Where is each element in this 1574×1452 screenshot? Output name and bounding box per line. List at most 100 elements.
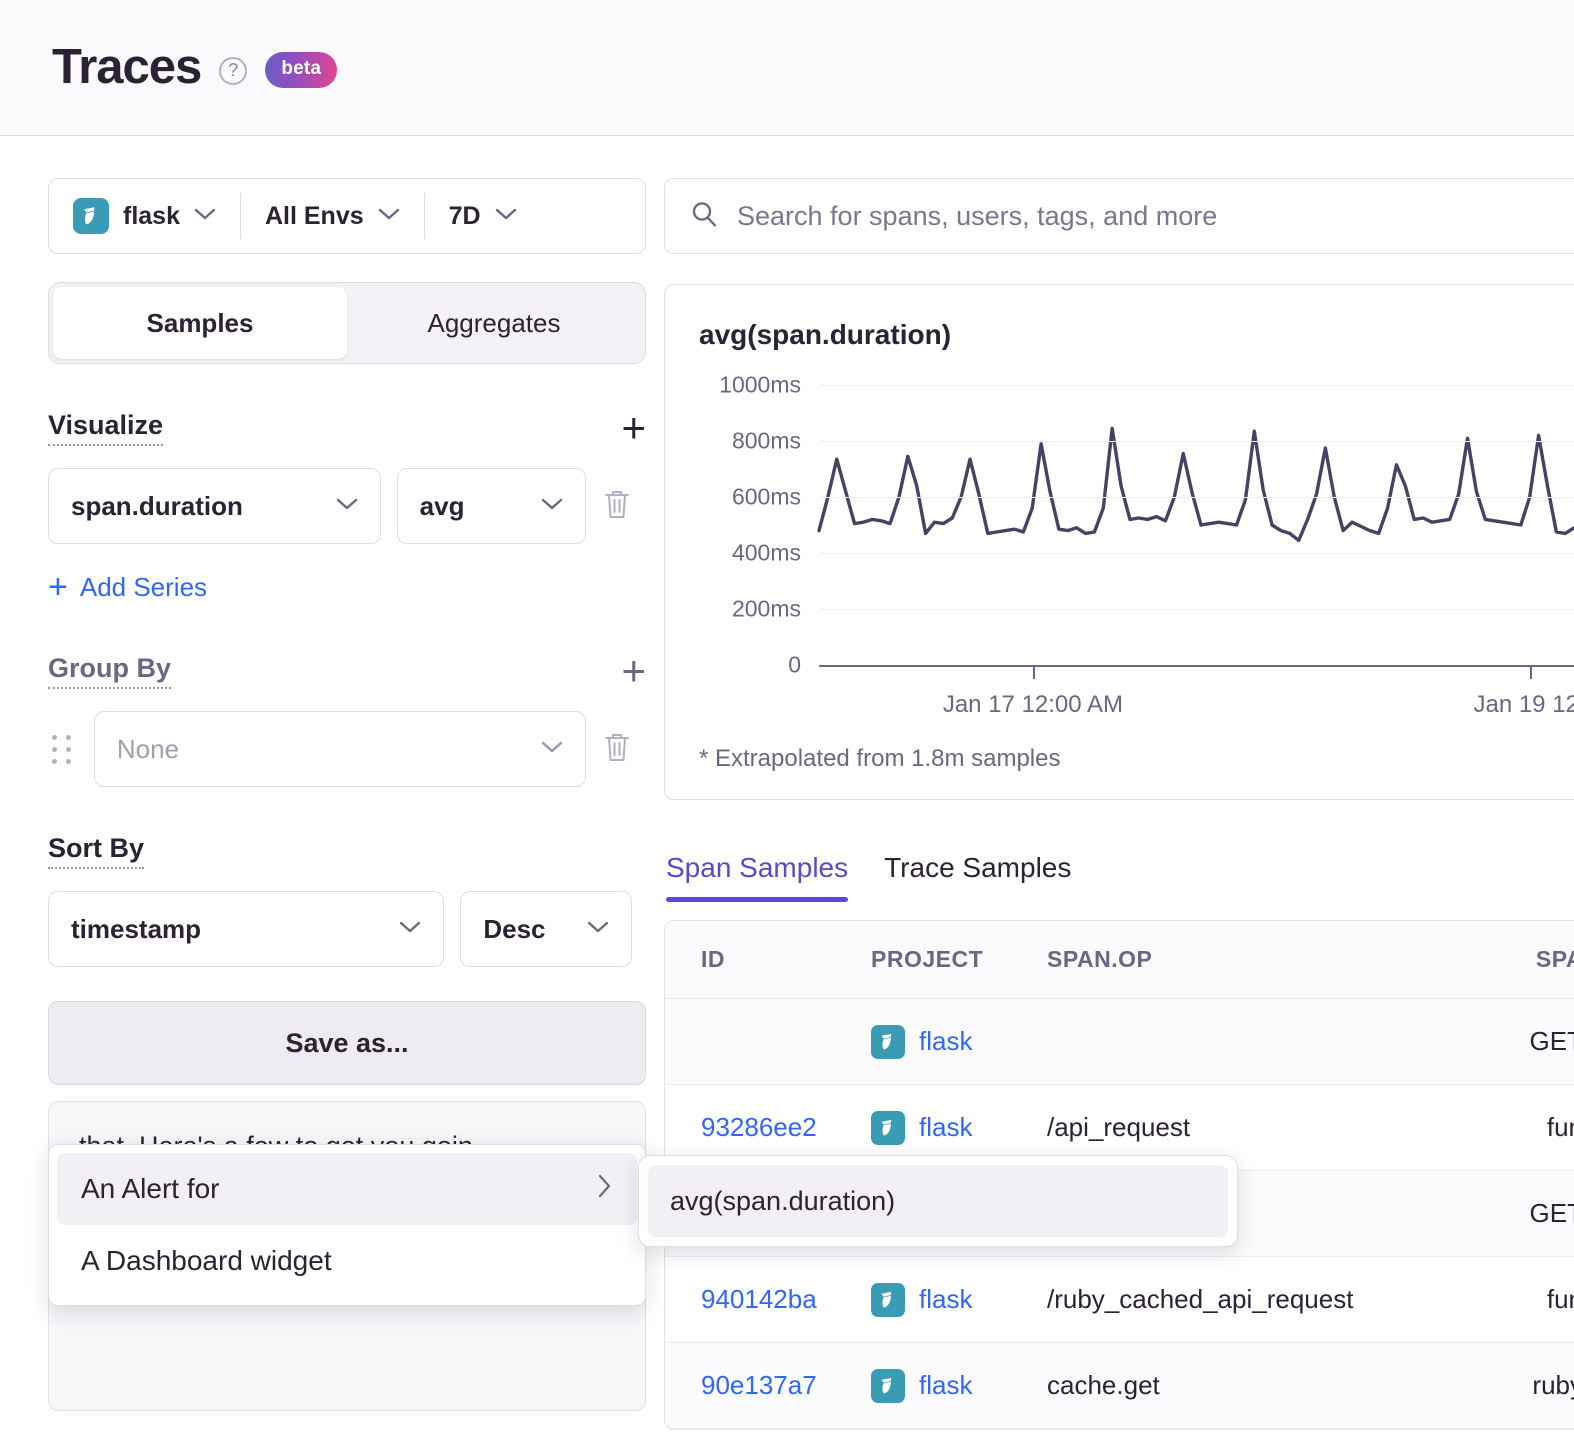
group-by-label: Group By [48,653,171,689]
cell-span-op: cache.get [1047,1370,1463,1401]
group-by-section-header: Group By + [48,653,646,689]
chart-line-series [819,385,1574,665]
chart-title: avg(span.duration) [699,319,1574,351]
gridline [819,385,1574,386]
chevron-down-icon [399,920,421,939]
chevron-down-icon [336,497,358,516]
save-as-submenu: avg(span.duration) [638,1155,1238,1247]
cell-project: flask [871,1369,1047,1403]
cell-span-description: GET [1463,1198,1574,1229]
environment-value: All Envs [265,202,364,231]
visualize-field-value: span.duration [71,491,243,522]
menu-item-a-dashboard-widget[interactable]: A Dashboard widget [57,1225,637,1297]
tab-samples[interactable]: Samples [53,287,347,359]
search-icon [689,199,719,234]
y-axis-tick-label: 200ms [732,596,819,623]
gridline [819,609,1574,610]
page-body: flask All Envs 7D Samples [0,136,1574,1430]
trash-icon[interactable] [602,487,632,526]
visualize-label: Visualize [48,410,163,446]
cell-project-name[interactable]: flask [919,1284,972,1315]
x-axis-tick-label: Jan 19 12: [1473,691,1574,719]
cell-id[interactable]: 940142ba [665,1284,871,1315]
sort-by-row: timestamp Desc [48,891,632,967]
cell-span-description: fun [1463,1112,1574,1143]
y-axis-tick-label: 0 [788,652,819,679]
x-axis-line [819,665,1574,667]
cell-span-description: fun [1463,1284,1574,1315]
flask-project-icon [73,198,109,234]
gridline [819,497,1574,498]
environment-selector[interactable]: All Envs [241,179,424,253]
add-series-button[interactable]: + Add Series [48,568,632,607]
title-row: Traces ? beta [52,43,337,92]
x-axis-tick-mark [1033,665,1035,679]
search-placeholder: Search for spans, users, tags, and more [737,201,1217,232]
cell-project: flask [871,1111,1047,1145]
sort-by-field-value: timestamp [71,914,201,945]
sort-by-field-select[interactable]: timestamp [48,891,444,967]
save-as-button[interactable]: Save as... [48,1001,646,1085]
drag-handle-icon[interactable] [48,735,78,764]
tab-span-samples[interactable]: Span Samples [666,852,848,902]
x-axis-tick-mark [1530,665,1532,679]
status-badge: beta [265,52,337,88]
search-input[interactable]: Search for spans, users, tags, and more [664,178,1574,254]
column-header-span-op[interactable]: SPAN.OP [1047,946,1463,973]
samples-tabs: Span Samples Trace Samples [664,852,1574,902]
add-series-label: Add Series [80,572,207,603]
table-row[interactable]: 940142ba flask /ruby_cached_api_request … [665,1257,1574,1343]
chevron-right-icon [597,1173,613,1206]
mode-tabs: Samples Aggregates [48,282,646,364]
menu-item-an-alert-for[interactable]: An Alert for [57,1153,637,1225]
sort-direction-select[interactable]: Desc [460,891,632,967]
gridline [819,553,1574,554]
table-row[interactable]: 90e137a7 flask cache.get ruby [665,1343,1574,1429]
visualize-row: span.duration avg [48,468,632,544]
cell-span-op: /ruby_cached_api_request [1047,1284,1463,1315]
cell-id[interactable]: 93286ee2 [665,1112,871,1143]
table-header-row: ID PROJECT SPAN.OP SPA [665,921,1574,999]
tab-aggregates[interactable]: Aggregates [347,287,641,359]
flask-project-icon [871,1369,905,1403]
group-by-select[interactable]: None [94,711,586,787]
visualize-field-select[interactable]: span.duration [48,468,381,544]
chevron-down-icon [541,740,563,759]
project-selector[interactable]: flask [49,179,240,253]
chevron-down-icon [587,920,609,939]
submenu-item-avg-span-duration[interactable]: avg(span.duration) [648,1165,1228,1237]
column-header-span-description[interactable]: SPA [1463,946,1574,973]
cell-project-name[interactable]: flask [919,1026,972,1057]
time-period-selector[interactable]: 7D [425,179,541,253]
menu-item-label: An Alert for [81,1173,220,1205]
sort-by-label: Sort By [48,833,144,869]
y-axis-tick-label: 600ms [732,484,819,511]
sort-by-section-header: Sort By [48,833,646,869]
page-header: Traces ? beta [0,0,1574,136]
cell-id[interactable]: 90e137a7 [665,1370,871,1401]
question-mark-icon[interactable]: ? [219,57,247,85]
column-header-project[interactable]: PROJECT [871,946,1047,973]
sort-direction-value: Desc [483,914,545,945]
visualize-aggregate-select[interactable]: avg [397,468,586,544]
project-name: flask [123,202,180,231]
filter-bar: flask All Envs 7D [48,178,646,254]
chart-plot-area[interactable]: 0200ms400ms600ms800ms1000msJan 17 12:00 … [699,385,1574,665]
page-title: Traces [52,43,201,92]
chevron-down-icon [541,497,563,516]
time-period-value: 7D [449,202,481,231]
chevron-down-icon [194,207,216,226]
cell-project-name[interactable]: flask [919,1370,972,1401]
group-by-value: None [117,734,179,765]
plus-icon: + [48,568,68,607]
visualize-aggregate-value: avg [420,491,465,522]
table-row[interactable]: flask GET [665,999,1574,1085]
tab-trace-samples[interactable]: Trace Samples [884,852,1071,902]
gridline [819,441,1574,442]
save-as-menu: An Alert for A Dashboard widget [48,1144,646,1306]
column-header-id[interactable]: ID [665,946,871,973]
cell-project-name[interactable]: flask [919,1112,972,1143]
trash-icon[interactable] [602,730,632,769]
menu-item-label: A Dashboard widget [81,1245,332,1277]
cell-span-description: GET [1463,1026,1574,1057]
